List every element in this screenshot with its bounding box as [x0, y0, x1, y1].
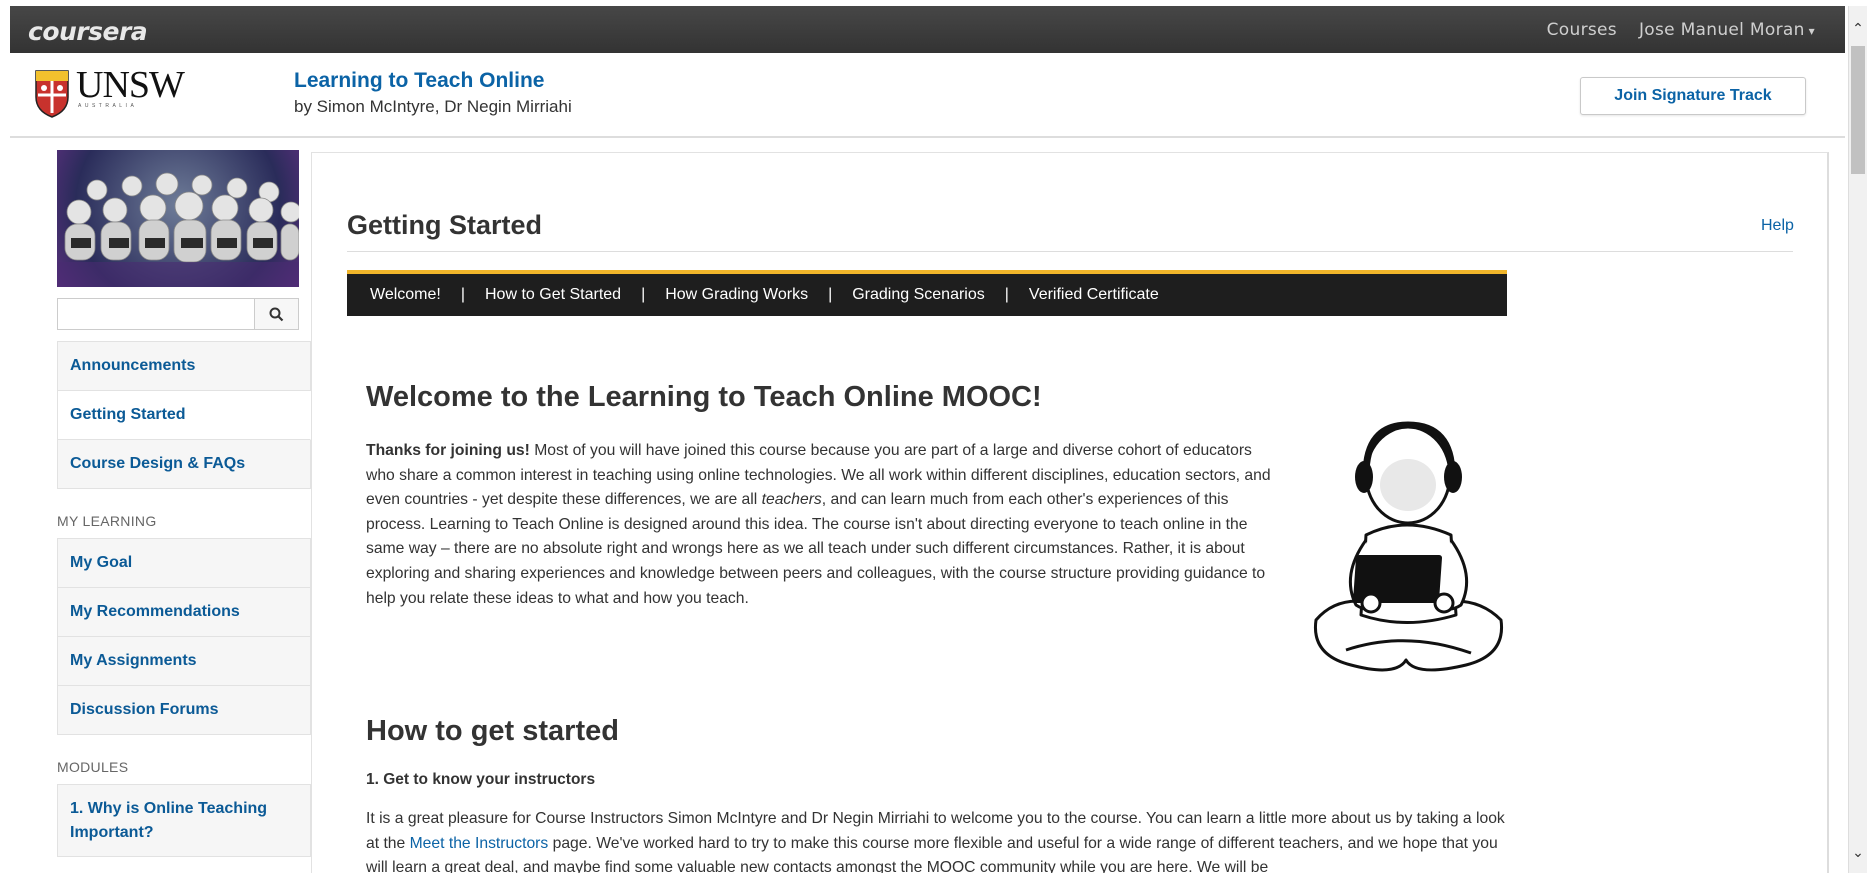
intro-italic: teachers	[761, 491, 822, 509]
tab-how-grading-works[interactable]: How Grading Works	[665, 286, 808, 304]
page-title: Getting Started	[347, 210, 543, 240]
course-header: UNSW AUSTRALIA Learning to Teach Online …	[10, 53, 1845, 138]
step-1-paragraph: It is a great pleasure for Course Instru…	[366, 807, 1506, 873]
how-to-get-started-heading: How to get started	[366, 715, 619, 747]
scroll-down-arrow-icon[interactable]: ⌄	[1851, 846, 1865, 860]
scrollbar-thumb[interactable]	[1851, 46, 1865, 174]
tab-separator: |	[1004, 286, 1009, 303]
help-link[interactable]: Help	[1761, 217, 1794, 235]
tab-verified-certificate[interactable]: Verified Certificate	[1029, 286, 1159, 304]
intro-paragraph: Thanks for joining us! Most of you will …	[366, 439, 1281, 611]
section-tab-bar: Welcome! | How to Get Started | How Grad…	[347, 270, 1507, 316]
unsw-logo[interactable]: UNSW AUSTRALIA	[34, 64, 185, 121]
unsw-crest-icon	[34, 67, 70, 121]
article-content: Welcome to the Learning to Teach Online …	[366, 381, 1806, 873]
sidebar-modules-nav: 1. Why is Online Teaching Important?	[57, 784, 311, 857]
search-button[interactable]	[255, 298, 299, 330]
step-1-heading: 1. Get to know your instructors	[366, 771, 596, 788]
sidebar-item-my-recommendations[interactable]: My Recommendations	[57, 588, 311, 637]
tab-welcome[interactable]: Welcome!	[370, 286, 441, 304]
sidebar-search	[57, 298, 299, 330]
user-menu[interactable]: Jose Manuel Moran ▾	[1639, 20, 1815, 40]
search-icon	[269, 307, 284, 321]
sidebar-item-my-assignments[interactable]: My Assignments	[57, 637, 311, 686]
caret-down-icon: ▾	[1808, 24, 1815, 38]
my-learning-heading: MY LEARNING	[57, 513, 157, 529]
tab-how-to-get-started[interactable]: How to Get Started	[485, 286, 621, 304]
top-nav: Courses Jose Manuel Moran ▾	[1547, 20, 1815, 40]
title-divider	[347, 251, 1793, 252]
tab-separator: |	[641, 286, 646, 303]
join-signature-track-button[interactable]: Join Signature Track	[1580, 77, 1806, 115]
page-scrollbar[interactable]: ⌃ ⌄	[1848, 6, 1867, 873]
sidebar-item-discussion-forums[interactable]: Discussion Forums	[57, 686, 311, 735]
sidebar-item-module-1[interactable]: 1. Why is Online Teaching Important?	[57, 785, 311, 857]
top-navigation-bar: coursera Courses Jose Manuel Moran ▾	[10, 6, 1845, 53]
sidebar-item-my-goal[interactable]: My Goal	[57, 539, 311, 588]
meet-the-instructors-link[interactable]: Meet the Instructors	[410, 835, 549, 852]
unsw-wordmark: UNSW	[76, 64, 185, 106]
sidebar-item-course-design-faqs[interactable]: Course Design & FAQs	[57, 440, 311, 489]
user-name: Jose Manuel Moran	[1638, 20, 1805, 40]
sidebar-my-learning-nav: My Goal My Recommendations My Assignment…	[57, 538, 311, 735]
modules-heading: MODULES	[57, 759, 129, 775]
sidebar: Announcements Getting Started Course Des…	[57, 150, 311, 857]
sidebar-item-announcements[interactable]: Announcements	[57, 342, 311, 391]
course-banner-image	[57, 150, 299, 287]
welcome-heading: Welcome to the Learning to Teach Online …	[366, 381, 1042, 413]
student-with-tablet-illustration	[1306, 415, 1516, 680]
tab-separator: |	[460, 286, 465, 303]
intro-text-2: , and can learn much from each other's e…	[366, 491, 1266, 607]
main-panel: Getting Started Help Welcome! | How to G…	[311, 152, 1829, 873]
coursera-logo[interactable]: coursera	[28, 17, 148, 46]
tab-separator: |	[828, 286, 833, 303]
scroll-up-arrow-icon[interactable]: ⌃	[1851, 22, 1865, 36]
sidebar-main-nav: Announcements Getting Started Course Des…	[57, 341, 311, 489]
search-input[interactable]	[57, 298, 255, 330]
intro-bold: Thanks for joining us!	[366, 442, 530, 459]
course-instructors: by Simon McIntyre, Dr Negin Mirriahi	[294, 97, 572, 116]
courses-link[interactable]: Courses	[1547, 20, 1617, 40]
tab-grading-scenarios[interactable]: Grading Scenarios	[852, 286, 985, 304]
course-title[interactable]: Learning to Teach Online	[294, 69, 544, 93]
sidebar-item-getting-started[interactable]: Getting Started	[57, 391, 311, 440]
